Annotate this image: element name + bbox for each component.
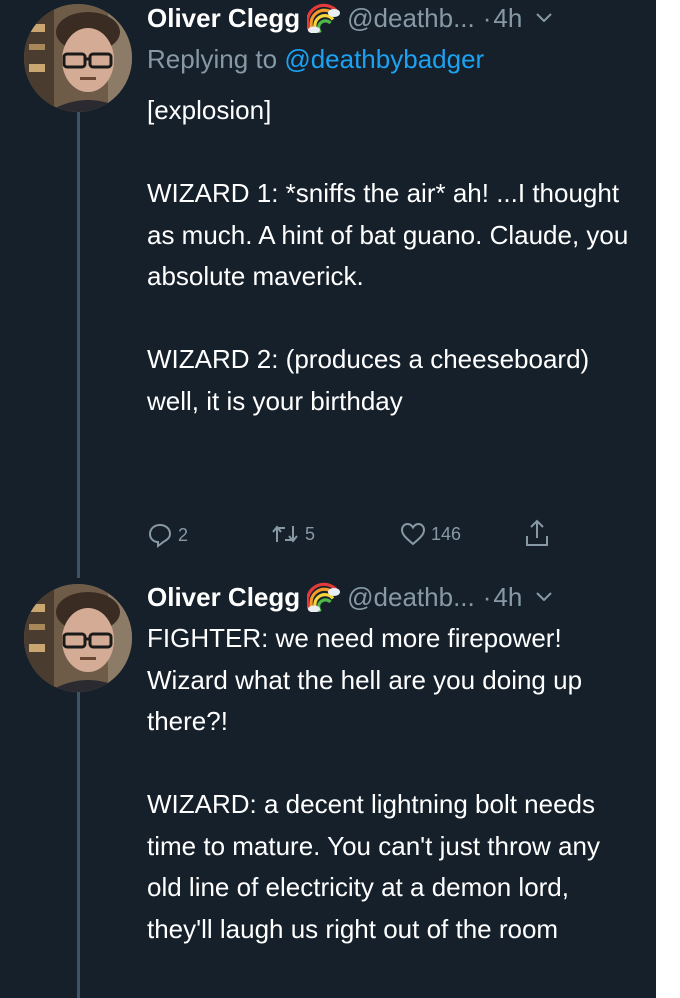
- tweet-header: Oliver Clegg @deathb... · 4h: [147, 579, 554, 615]
- chevron-down-icon[interactable]: [534, 11, 554, 25]
- rainbow-emoji-icon: [305, 582, 341, 613]
- heart-icon: [400, 522, 426, 546]
- share-button[interactable]: [524, 518, 550, 548]
- reply-button[interactable]: 2: [147, 522, 188, 548]
- thread-line: [77, 692, 80, 998]
- tweet-paragraph: FIGHTER: we need more firepower! Wizard …: [147, 623, 583, 736]
- tweet-text: FIGHTER: we need more firepower! Wizard …: [147, 618, 637, 950]
- tweet-header: Oliver Clegg @deathb... · 4h: [147, 0, 554, 36]
- tweet-paragraph: WIZARD 1: *sniffs the air* ah! ...I thou…: [147, 178, 629, 291]
- retweet-icon: [272, 525, 298, 543]
- retweet-count: 5: [305, 523, 316, 544]
- rainbow-emoji-icon: [305, 3, 341, 34]
- chevron-down-icon[interactable]: [534, 590, 554, 604]
- author-handle[interactable]: @deathb...: [347, 3, 475, 34]
- like-count: 146: [431, 523, 462, 544]
- thread-line: [77, 112, 80, 578]
- tweet-text: [explosion] WIZARD 1: *sniffs the air* a…: [147, 90, 637, 422]
- timestamp[interactable]: 4h: [493, 582, 522, 613]
- retweet-button[interactable]: 5: [270, 522, 315, 546]
- replying-to: Replying to @deathbybadger: [147, 44, 484, 75]
- avatar[interactable]: [24, 4, 132, 112]
- tweet-actions: 2 5 146: [147, 518, 627, 558]
- timestamp[interactable]: 4h: [493, 3, 522, 34]
- like-button[interactable]: 146: [400, 522, 461, 546]
- mention-link[interactable]: @deathbybadger: [284, 44, 484, 74]
- tweet-paragraph: WIZARD: a decent lightning bolt needs ti…: [147, 789, 600, 944]
- timeline: Oliver Clegg @deathb... · 4h Replying to: [0, 0, 656, 998]
- tweet-paragraph: WIZARD 2: (produces a cheeseboard) well,…: [147, 344, 590, 416]
- replying-prefix: Replying to: [147, 44, 278, 74]
- author-name[interactable]: Oliver Clegg: [147, 582, 300, 613]
- reply-icon: [148, 523, 172, 548]
- separator-dot: ·: [482, 2, 492, 33]
- separator-dot: ·: [482, 581, 492, 612]
- avatar[interactable]: [24, 584, 132, 692]
- tweet-paragraph: [explosion]: [147, 95, 272, 125]
- author-handle[interactable]: @deathb...: [347, 582, 475, 613]
- share-icon: [526, 519, 548, 546]
- author-name[interactable]: Oliver Clegg: [147, 3, 300, 34]
- reply-count: 2: [178, 524, 189, 545]
